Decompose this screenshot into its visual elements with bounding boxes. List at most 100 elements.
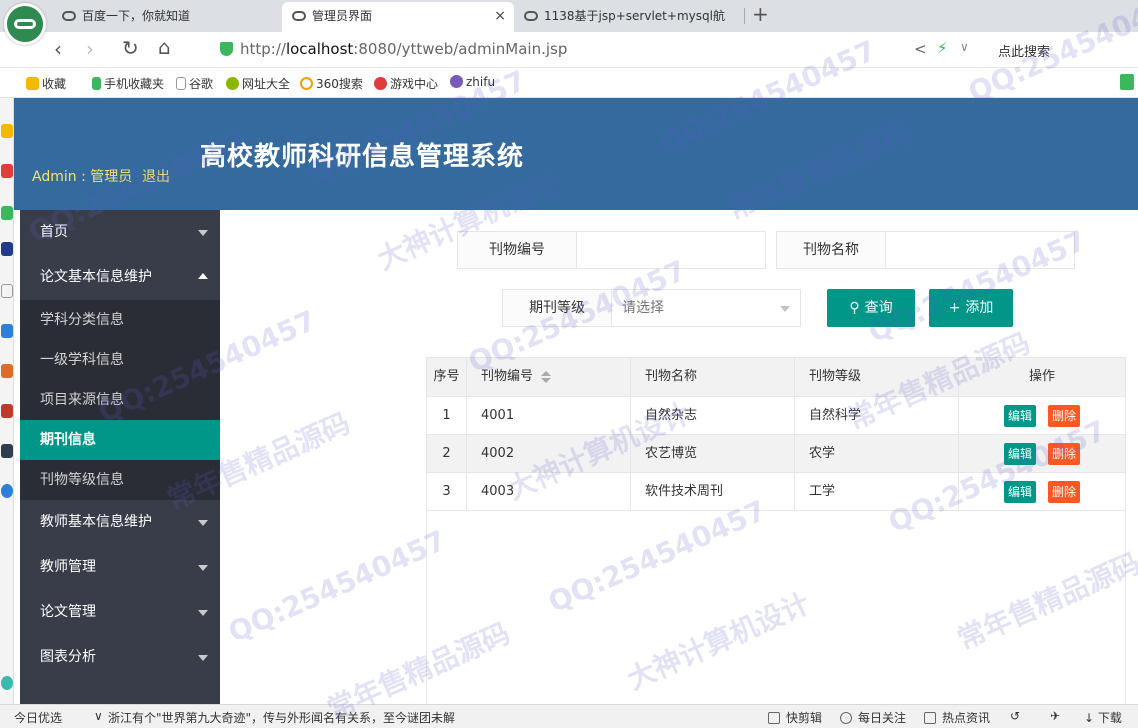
submenu-item-journal-info[interactable]: 期刊信息 <box>20 420 220 460</box>
bookmark-mobile[interactable]: 手机收藏夹 <box>92 75 164 92</box>
cell-name: 软件技术周刊 <box>631 473 795 510</box>
lightning-icon[interactable]: ⚡ <box>937 39 948 57</box>
side-app-icon[interactable] <box>1 324 13 338</box>
zhifu-icon <box>450 75 463 88</box>
journal-code-input[interactable] <box>576 231 766 269</box>
cell-level: 工学 <box>795 473 959 510</box>
menu-item-teacher-manage[interactable]: 教师管理 <box>20 545 220 590</box>
bookmark-favorites[interactable]: 收藏 <box>26 75 66 92</box>
side-doc-icon[interactable] <box>1 284 13 298</box>
back-icon[interactable]: ‹ <box>54 37 62 61</box>
bookmark-360-search[interactable]: 360搜索 <box>300 75 363 92</box>
submenu-item-subject-category[interactable]: 学科分类信息 <box>20 300 220 340</box>
menu-item-teacher-info[interactable]: 教师基本信息维护 <box>20 500 220 545</box>
sort-icon[interactable] <box>541 370 552 384</box>
table-row: 1 4001 自然杂志 自然科学 编辑 删除 <box>427 397 1125 435</box>
journal-code-label: 刊物编号 <box>457 231 577 269</box>
caret-down-icon <box>198 565 208 571</box>
menu-item-chart-analysis[interactable]: 图表分析 <box>20 635 220 680</box>
tab-close-icon[interactable]: × <box>494 2 506 30</box>
journal-name-input[interactable] <box>885 231 1075 269</box>
col-header-code[interactable]: 刊物编号 <box>467 358 631 396</box>
share-icon[interactable]: < <box>914 40 927 58</box>
address-bar: ‹ › ↻ ⌂ http://localhost:8080/yttweb/adm… <box>0 32 1138 68</box>
side-news-icon[interactable] <box>1 444 13 458</box>
submenu-item-project-source[interactable]: 项目来源信息 <box>20 380 220 420</box>
status-hot[interactable]: 热点资讯 <box>924 709 990 726</box>
cell-name: 自然杂志 <box>631 397 795 434</box>
home-icon[interactable]: ⌂ <box>158 35 171 59</box>
bookmark-google[interactable]: 谷歌 <box>176 75 213 92</box>
caret-down-icon <box>198 520 208 526</box>
status-news-link[interactable]: 浙江有个"世界第九大奇迹"，传与外形闻名有关系，至今谜团未解 <box>108 709 455 726</box>
submenu-item-journal-level[interactable]: 刊物等级信息 <box>20 460 220 500</box>
chevron-down-icon[interactable]: ∨ <box>960 40 969 54</box>
status-download[interactable]: ↓ 下载 <box>1084 709 1122 726</box>
browser-search-box[interactable]: 点此搜索 <box>998 41 1050 60</box>
game-icon <box>374 77 387 90</box>
menu-item-paper-info[interactable]: 论文基本信息维护 <box>20 255 220 300</box>
reload-icon[interactable]: ↻ <box>122 36 139 60</box>
phone-icon <box>92 77 101 90</box>
delete-button[interactable]: 删除 <box>1048 480 1081 503</box>
cell-code: 4002 <box>467 435 631 472</box>
clip-icon <box>768 712 780 724</box>
main-content: 刊物编号 刊物名称 期刊等级 请选择 ⚲ 查询 + 添加 序号 刊物编号 刊物名称 … <box>220 210 1138 705</box>
cell-code: 4001 <box>467 397 631 434</box>
select-caret-icon <box>780 306 790 312</box>
table-header-row: 序号 刊物编号 刊物名称 刊物等级 操作 <box>427 358 1125 397</box>
bookmark-zhifu[interactable]: zhifu <box>450 75 495 89</box>
caret-up-icon <box>198 273 208 279</box>
col-header-index: 序号 <box>427 358 467 396</box>
journal-level-select[interactable]: 请选择 <box>611 289 801 327</box>
side-plus-icon[interactable] <box>1 676 13 690</box>
bookmark-game-center[interactable]: 游戏中心 <box>374 75 438 92</box>
cell-actions: 编辑 删除 <box>959 397 1125 434</box>
url-field[interactable]: http://localhost:8080/yttweb/adminMain.j… <box>240 40 567 58</box>
browser-tab-admin[interactable]: 管理员界面 × <box>282 2 514 32</box>
tab-favicon-icon <box>292 11 306 21</box>
status-chevron-icon[interactable]: ∨ <box>94 709 103 723</box>
side-weibo-icon[interactable] <box>1 164 13 178</box>
browser-tab-strip: 百度一下，你就知道 管理员界面 × 1138基于jsp+servlet+mysq… <box>0 0 1138 45</box>
cell-code: 4003 <box>467 473 631 510</box>
status-clip[interactable]: 快剪辑 <box>768 709 822 726</box>
query-button[interactable]: ⚲ 查询 <box>827 289 915 327</box>
table-row: 3 4003 软件技术周刊 工学 编辑 删除 <box>427 473 1125 511</box>
browser-tab-baidu[interactable]: 百度一下，你就知道 <box>52 2 278 32</box>
status-refresh-icon[interactable]: ↺ <box>1010 709 1020 723</box>
logout-link[interactable]: 退出 <box>142 166 170 186</box>
extension-icon[interactable] <box>1120 74 1134 90</box>
menu-item-paper-manage[interactable]: 论文管理 <box>20 590 220 635</box>
side-mail-icon[interactable] <box>1 206 13 220</box>
cell-level: 农学 <box>795 435 959 472</box>
status-follow[interactable]: 每日关注 <box>840 709 906 726</box>
delete-button[interactable]: 删除 <box>1048 442 1081 465</box>
side-game-icon[interactable] <box>1 364 13 378</box>
new-tab-button[interactable]: + <box>752 2 769 26</box>
cell-actions: 编辑 删除 <box>959 473 1125 510</box>
plus-icon: + <box>948 300 961 316</box>
caret-down-icon <box>198 655 208 661</box>
forward-icon[interactable]: › <box>86 37 94 61</box>
status-tools-icon[interactable]: ✈ <box>1050 709 1060 723</box>
side-browser-icon[interactable] <box>1 484 13 498</box>
edit-button[interactable]: 编辑 <box>1003 442 1036 465</box>
side-global-icon[interactable] <box>1 242 13 256</box>
edit-button[interactable]: 编辑 <box>1003 480 1036 503</box>
globe-icon <box>226 77 239 90</box>
delete-button[interactable]: 删除 <box>1048 404 1081 427</box>
submenu-item-primary-subject[interactable]: 一级学科信息 <box>20 340 220 380</box>
browser-logo-icon[interactable] <box>4 3 46 45</box>
edit-button[interactable]: 编辑 <box>1003 404 1036 427</box>
add-button[interactable]: + 添加 <box>929 289 1013 327</box>
side-star-icon[interactable] <box>1 124 13 138</box>
status-today-picks[interactable]: 今日优选 <box>14 709 62 726</box>
menu-item-home[interactable]: 首页 <box>20 210 220 255</box>
360-icon <box>300 77 313 90</box>
browser-tab-project[interactable]: 1138基于jsp+servlet+mysql航 <box>514 2 744 32</box>
tab-separator <box>744 8 745 24</box>
bookmark-site-list[interactable]: 网址大全 <box>226 75 290 92</box>
side-video-icon[interactable] <box>1 404 13 418</box>
submenu-paper-info: 学科分类信息 一级学科信息 项目来源信息 期刊信息 刊物等级信息 <box>20 300 220 500</box>
